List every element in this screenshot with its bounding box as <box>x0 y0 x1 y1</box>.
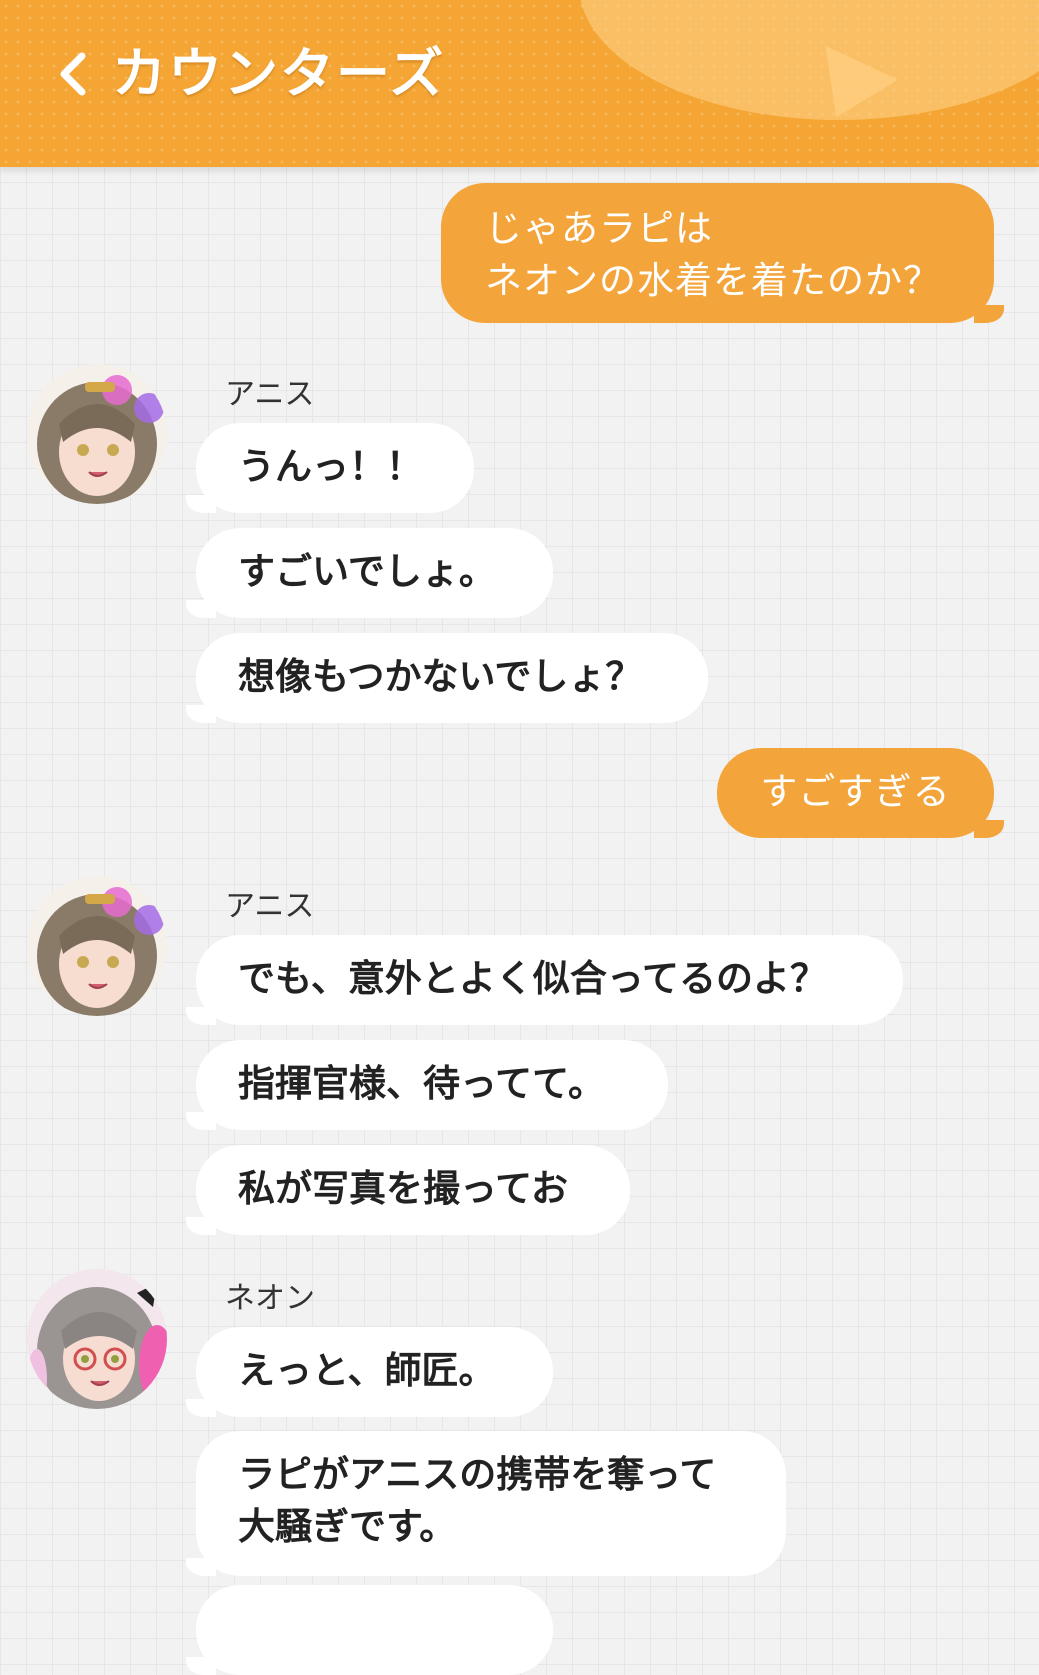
incoming-message[interactable]: 私が写真を撮ってお <box>186 1145 630 1235</box>
incoming-message[interactable]: でも、意外とよく似合ってるのよ？ <box>186 935 903 1025</box>
avatar-neon[interactable] <box>27 1269 167 1409</box>
incoming-message[interactable]: ラピがアニスの携帯を奪って 大騒ぎです。 <box>186 1431 786 1576</box>
incoming-message[interactable]: 想像もつかないでしょ？ <box>186 633 708 723</box>
sender-name: ネオン <box>225 1281 315 1316</box>
incoming-message-partial[interactable] <box>186 1585 553 1675</box>
incoming-message[interactable]: うんっ！！ <box>186 423 474 513</box>
outgoing-message[interactable]: すごすぎる <box>717 748 1004 838</box>
chat-title: カウンターズ <box>112 42 446 105</box>
outgoing-message[interactable]: じゃあラピは ネオンの水着を着たのか？ <box>441 183 1004 323</box>
chat-header: カウンターズ <box>0 0 1039 167</box>
message-list[interactable]: じゃあラピは ネオンの水着を着たのか？ アニス うんっ！！ すごいでしょ。 想像… <box>0 167 1039 1675</box>
chevron-left-icon[interactable] <box>54 52 94 96</box>
avatar-anis[interactable] <box>27 364 167 504</box>
sender-name: アニス <box>225 889 315 924</box>
incoming-message[interactable]: えっと、師匠。 <box>186 1327 553 1417</box>
avatar-anis[interactable] <box>27 876 167 1016</box>
sender-name: アニス <box>225 377 315 412</box>
incoming-message[interactable]: すごいでしょ。 <box>186 528 553 618</box>
incoming-message[interactable]: 指揮官様、待ってて。 <box>186 1040 668 1130</box>
